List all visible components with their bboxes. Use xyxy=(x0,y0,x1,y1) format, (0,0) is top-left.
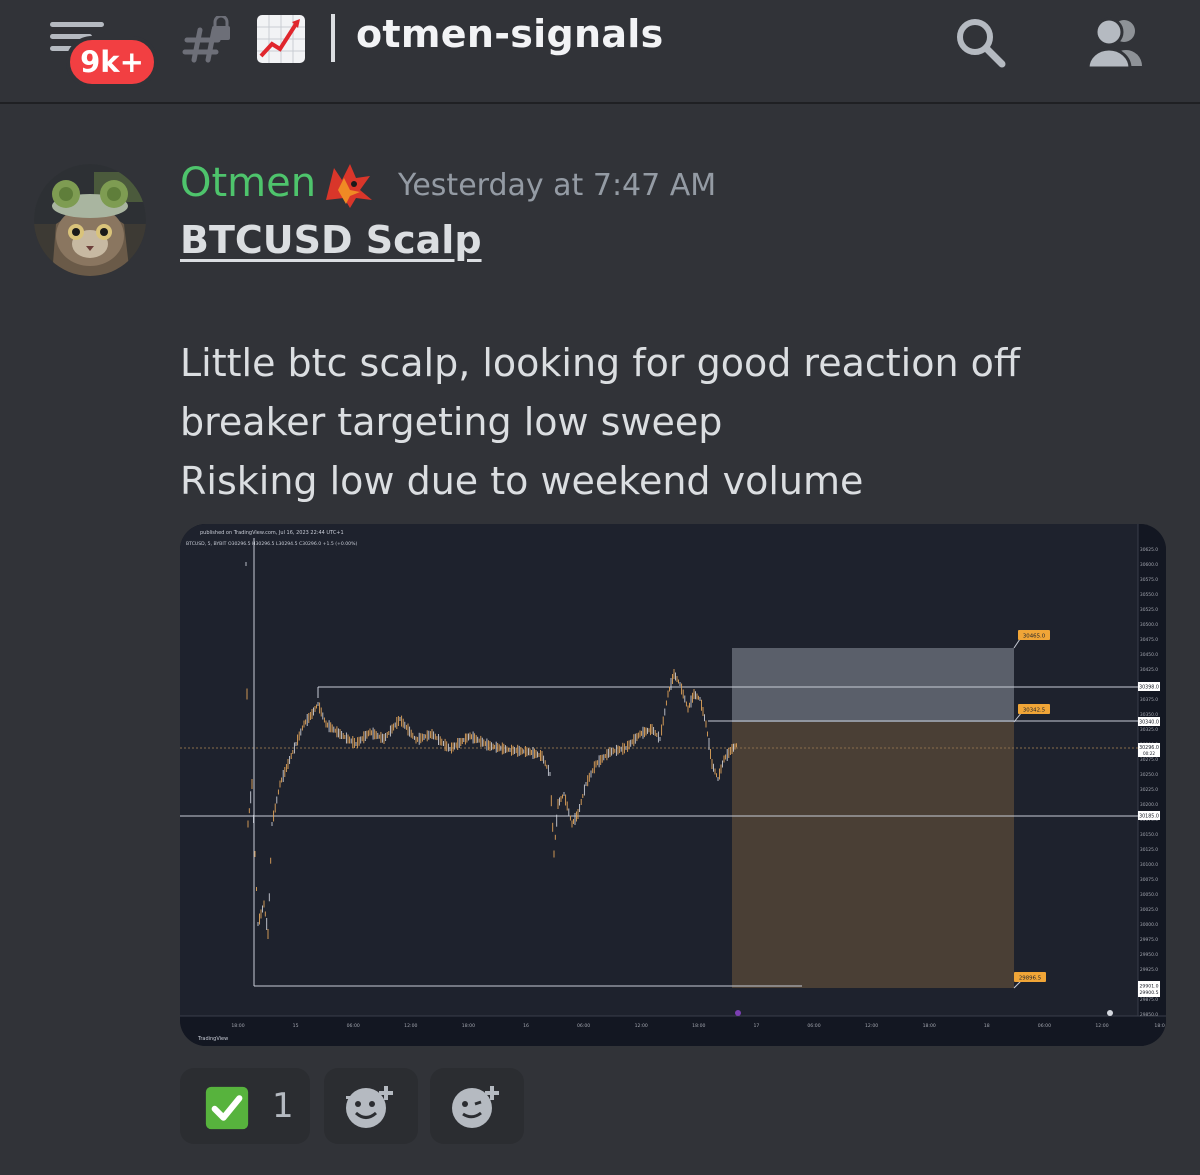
svg-text:30465.0: 30465.0 xyxy=(1023,634,1046,640)
author-name[interactable]: Otmen xyxy=(180,160,316,206)
message-line: Little btc scalp, looking for good react… xyxy=(180,341,1021,385)
price-axis-label: 29975.0 xyxy=(1140,937,1158,943)
price-axis-label: 29875.0 xyxy=(1140,997,1158,1003)
price-axis-label: 30025.0 xyxy=(1140,907,1158,913)
price-axis-label: 29925.0 xyxy=(1140,967,1158,973)
time-axis-label: 12:00 xyxy=(635,1023,648,1029)
time-axis-label: 18:0 xyxy=(1154,1023,1164,1029)
add-reaction-icon xyxy=(346,1086,393,1128)
search-icon[interactable] xyxy=(952,14,1008,70)
channel-header: 9k+ otmen-signals xyxy=(0,0,1200,104)
price-axis-label: 30250.0 xyxy=(1140,772,1158,778)
price-axis-label: 30500.0 xyxy=(1140,622,1158,628)
tradingview-chart: published on TradingView.com, Jul 16, 20… xyxy=(180,524,1166,1046)
members-icon[interactable] xyxy=(1084,14,1146,70)
locked-channel-icon xyxy=(182,16,230,63)
add-super-reaction-icon xyxy=(452,1086,499,1128)
svg-text:29896.5: 29896.5 xyxy=(1019,976,1041,982)
message-timestamp: Yesterday at 7:47 AM xyxy=(398,168,717,203)
event-marker xyxy=(735,1010,741,1016)
price-axis-label: 30200.0 xyxy=(1140,802,1158,808)
check-mark-emoji xyxy=(205,1086,249,1130)
time-axis-label: 18:00 xyxy=(923,1023,936,1029)
price-axis-label: 30225.0 xyxy=(1140,787,1158,793)
time-axis-label: 06:00 xyxy=(347,1023,360,1029)
price-axis-label: 30050.0 xyxy=(1140,892,1158,898)
time-axis-label: 18:00 xyxy=(692,1023,705,1029)
time-axis-label: 16 xyxy=(523,1023,529,1029)
channel-name: otmen-signals xyxy=(356,12,664,56)
price-axis-label: 30075.0 xyxy=(1140,877,1158,883)
price-axis-label: 29950.0 xyxy=(1140,952,1158,958)
price-axis-label: 30450.0 xyxy=(1140,652,1158,658)
svg-text:30340.0: 30340.0 xyxy=(1139,720,1159,726)
price-axis-label: 30375.0 xyxy=(1140,697,1158,703)
price-axis-label: 30000.0 xyxy=(1140,922,1158,928)
reaction-count: 1 xyxy=(272,1086,294,1126)
svg-text:30185.0: 30185.0 xyxy=(1139,814,1159,820)
risk-zone xyxy=(732,722,1014,988)
price-axis-label: 30125.0 xyxy=(1140,847,1158,853)
profit-zone xyxy=(732,648,1014,722)
time-axis-label: 06:00 xyxy=(577,1023,590,1029)
message-line: Risking low due to weekend volume xyxy=(180,459,864,503)
message-line: breaker targeting low sweep xyxy=(180,400,723,444)
price-axis-label: 30525.0 xyxy=(1140,607,1158,613)
cat-avatar-image xyxy=(34,164,146,276)
published-caption: published on TradingView.com, Jul 16, 20… xyxy=(200,530,344,536)
svg-text:29901.0: 29901.0 xyxy=(1140,984,1159,990)
price-axis-label: 29850.0 xyxy=(1140,1012,1158,1018)
price-axis-label: 30550.0 xyxy=(1140,592,1158,598)
add-super-reaction-button[interactable] xyxy=(430,1068,524,1144)
avatar[interactable] xyxy=(34,164,146,276)
time-axis-label: 12:00 xyxy=(404,1023,417,1029)
svg-text:00:22: 00:22 xyxy=(1143,751,1155,756)
unread-badge: 9k+ xyxy=(66,36,158,88)
svg-text:29900.5: 29900.5 xyxy=(1140,990,1159,996)
tradingview-watermark: TradingView xyxy=(197,1036,228,1042)
price-axis-label: 30275.0 xyxy=(1140,757,1158,763)
svg-text:30342.5: 30342.5 xyxy=(1023,708,1045,714)
price-axis-label: 30625.0 xyxy=(1140,547,1158,553)
chart-image-attachment[interactable]: published on TradingView.com, Jul 16, 20… xyxy=(180,524,1166,1046)
reaction-check-mark[interactable]: 1 xyxy=(180,1068,310,1144)
menu-icon xyxy=(50,22,104,27)
time-axis-label: 15 xyxy=(293,1023,299,1029)
price-axis-label: 30150.0 xyxy=(1140,832,1158,838)
chart-increasing-emoji xyxy=(257,15,305,63)
ticker-line: BTCUSD, 5, BYBIT O30296.5 H30296.5 L3029… xyxy=(186,541,357,547)
flag-marker xyxy=(1107,1010,1113,1016)
price-axis-label: 30325.0 xyxy=(1140,727,1158,733)
time-axis-label: 06:00 xyxy=(1038,1023,1051,1029)
time-axis-label: 18:00 xyxy=(462,1023,475,1029)
time-axis-label: 12:00 xyxy=(865,1023,878,1029)
time-axis-label: 18 xyxy=(984,1023,990,1029)
time-axis-label: 12:00 xyxy=(1095,1023,1108,1029)
add-reaction-button[interactable] xyxy=(324,1068,418,1144)
price-axis-label: 30600.0 xyxy=(1140,562,1158,568)
message-title: BTCUSD Scalp xyxy=(180,218,482,262)
svg-text:30398.0: 30398.0 xyxy=(1139,685,1159,691)
time-axis-label: 17 xyxy=(753,1023,759,1029)
time-axis-label: 06:00 xyxy=(807,1023,820,1029)
price-axis-label: 30475.0 xyxy=(1140,637,1158,643)
price-axis-label: 30575.0 xyxy=(1140,577,1158,583)
price-axis-label: 30425.0 xyxy=(1140,667,1158,673)
header-divider xyxy=(331,14,335,62)
message-body: Little btc scalp, looking for good react… xyxy=(180,334,1020,511)
time-axis-label: 18:00 xyxy=(231,1023,244,1029)
wolf-emoji xyxy=(326,164,372,208)
price-axis-label: 30100.0 xyxy=(1140,862,1158,868)
